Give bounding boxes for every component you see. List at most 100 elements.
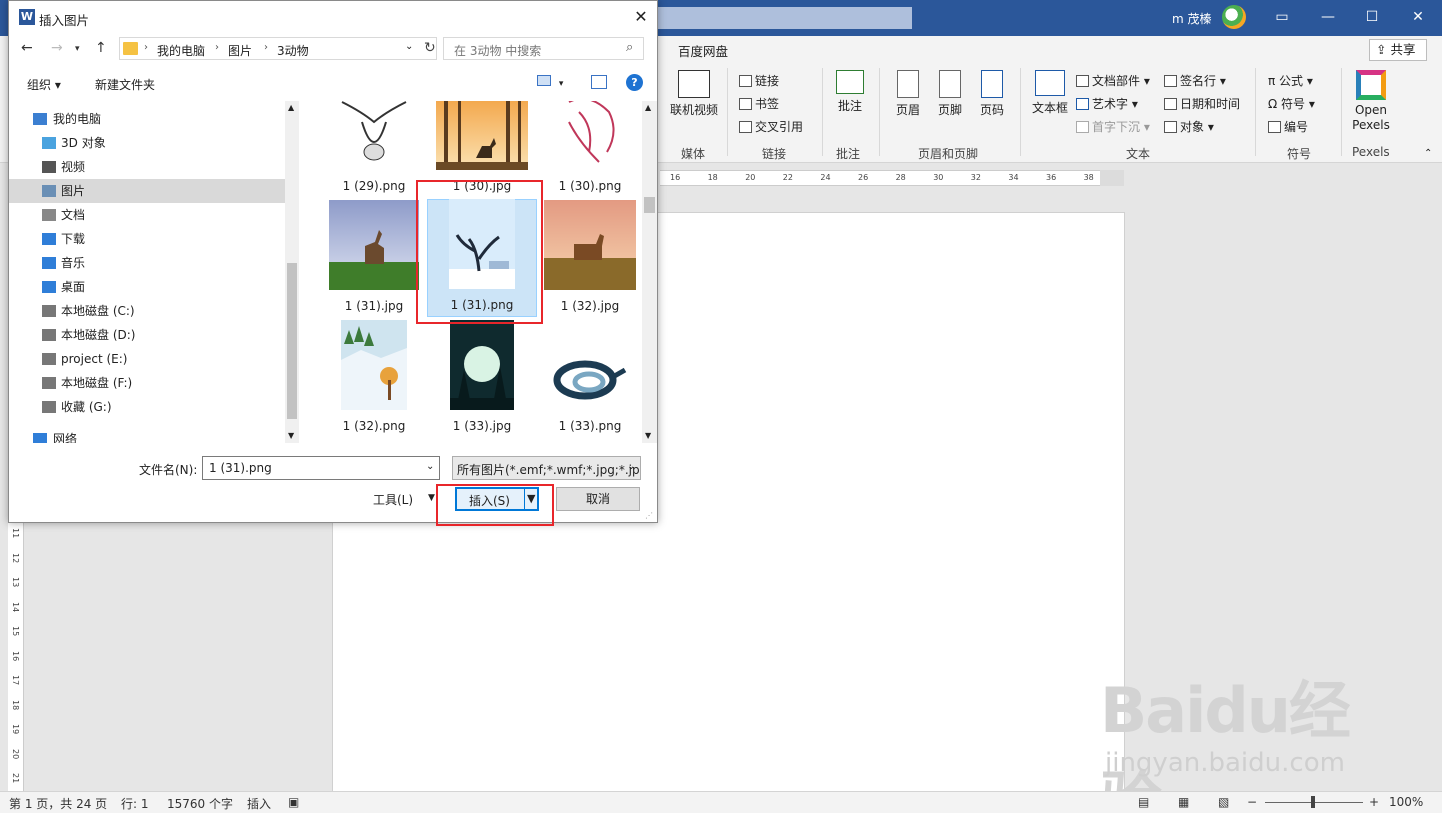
textbox-button[interactable]: 文本框 — [1030, 70, 1070, 116]
user-avatar[interactable] — [1222, 5, 1246, 29]
file-tile[interactable]: 1 (31).jpg — [319, 199, 429, 317]
file-tile[interactable]: 1 (33).jpg — [427, 319, 537, 437]
breadcrumb-folder[interactable]: 3动物 — [277, 42, 309, 59]
online-video-button[interactable]: 联机视频 — [668, 70, 720, 118]
chevron-down-icon[interactable]: ⌄ — [405, 41, 413, 52]
zoom-out-icon[interactable]: − — [1247, 795, 1257, 809]
scroll-up-icon[interactable]: ▲ — [288, 103, 294, 112]
forward-arrow-icon[interactable]: → — [51, 40, 63, 56]
help-icon[interactable]: ? — [626, 74, 643, 91]
number-button[interactable]: 编号 — [1268, 118, 1308, 135]
nav-item[interactable]: 本地磁盘 (D:) — [9, 323, 285, 347]
resize-grip-icon[interactable]: ⋰ — [645, 511, 653, 520]
group-symbols-label: 符号 — [1287, 147, 1312, 161]
omega-icon: Ω — [1268, 97, 1281, 111]
nav-item[interactable]: 文档 — [9, 203, 285, 227]
file-tile[interactable]: 1 (33).png — [535, 319, 645, 437]
new-folder-button[interactable]: 新建文件夹 — [95, 76, 155, 93]
link-button[interactable]: 链接 — [739, 72, 779, 89]
web-layout-icon[interactable]: ▧ — [1218, 795, 1229, 809]
nav-item[interactable]: 本地磁盘 (F:) — [9, 371, 285, 395]
chevron-right-icon[interactable]: › — [144, 42, 148, 53]
nav-item[interactable]: 音乐 — [9, 251, 285, 275]
symbol-button[interactable]: Ω 符号 ▾ — [1268, 95, 1315, 112]
refresh-icon[interactable]: ↻ — [424, 40, 436, 56]
comment-button[interactable]: 批注 — [834, 70, 866, 114]
filename-input[interactable]: 1 (31).png — [202, 456, 440, 480]
up-arrow-icon[interactable]: ↑ — [95, 40, 107, 56]
nav-item[interactable]: 网络 — [9, 427, 285, 443]
file-scrollbar[interactable]: ▲ ▼ — [642, 101, 657, 443]
change-view-button[interactable]: ▾ — [537, 75, 567, 91]
nav-item[interactable]: 3D 对象 — [9, 131, 285, 155]
status-mode[interactable]: 插入 — [247, 795, 271, 812]
file-tile[interactable]: 1 (32).jpg — [535, 199, 645, 317]
header-button[interactable]: 页眉 — [893, 70, 923, 118]
nav-item[interactable]: 我的电脑 — [9, 107, 285, 131]
breadcrumb-pictures[interactable]: 图片 — [228, 42, 252, 59]
user-name[interactable]: m 茂榛 — [1172, 10, 1212, 27]
cancel-button[interactable]: 取消 — [556, 487, 640, 511]
nav-item[interactable]: 收藏 (G:) — [9, 395, 285, 419]
ribbon-display-icon[interactable]: ▭ — [1270, 6, 1294, 28]
footer-button[interactable]: 页脚 — [935, 70, 965, 118]
chevron-down-icon[interactable]: ⌄ — [627, 461, 635, 472]
status-word-count[interactable]: 15760 个字 — [167, 795, 233, 812]
maximize-icon[interactable]: ☐ — [1360, 6, 1384, 28]
wordart-button[interactable]: 艺术字 ▾ — [1076, 95, 1138, 112]
cross-reference-button[interactable]: 交叉引用 — [739, 118, 803, 135]
minimize-icon[interactable]: — — [1316, 6, 1340, 28]
bookmark-button[interactable]: 书签 — [739, 95, 779, 112]
nav-scrollbar[interactable]: ▲ ▼ — [285, 101, 299, 443]
scroll-down-icon[interactable]: ▼ — [288, 431, 294, 440]
tab-baidu-netdisk[interactable]: 百度网盘 — [678, 41, 728, 60]
file-tile[interactable]: 1 (30).png — [535, 101, 645, 197]
open-pexels-button[interactable]: Open Pexels — [1349, 70, 1393, 133]
object-button[interactable]: 对象 ▾ — [1164, 118, 1214, 135]
close-icon[interactable]: ✕ — [1406, 6, 1430, 28]
nav-item[interactable]: 下载 — [9, 227, 285, 251]
preview-pane-button[interactable] — [591, 75, 607, 89]
nav-item[interactable]: 桌面 — [9, 275, 285, 299]
collapse-ribbon-icon[interactable]: ⌃ — [1424, 148, 1432, 159]
file-tile[interactable]: 1 (29).png — [319, 101, 429, 197]
video-icon — [42, 161, 56, 173]
page-number-button[interactable]: 页码 — [977, 70, 1007, 118]
chevron-right-icon[interactable]: › — [264, 42, 268, 53]
scroll-up-icon[interactable]: ▲ — [645, 103, 651, 112]
filetype-select[interactable]: 所有图片(*.emf;*.wmf;*.jpg;*.jp — [452, 456, 641, 480]
macro-record-icon[interactable]: ▣ — [288, 795, 299, 809]
nav-item[interactable]: 本地磁盘 (C:) — [9, 299, 285, 323]
title-search-box[interactable] — [640, 7, 912, 29]
signature-line-button[interactable]: 签名行 ▾ — [1164, 72, 1226, 89]
zoom-slider-thumb[interactable] — [1311, 796, 1315, 808]
address-bar[interactable]: › 我的电脑 › 图片 › 3动物 ⌄ ↻ — [119, 37, 437, 60]
quick-parts-button[interactable]: 文档部件 ▾ — [1076, 72, 1150, 89]
chevron-down-icon[interactable]: ⌄ — [426, 461, 434, 472]
dialog-close-icon[interactable]: ✕ — [631, 7, 651, 27]
chevron-right-icon[interactable]: › — [215, 42, 219, 53]
breadcrumb-computer[interactable]: 我的电脑 — [157, 42, 205, 59]
nav-scroll-thumb[interactable] — [287, 263, 297, 419]
file-tile[interactable]: 1 (32).png — [319, 319, 429, 437]
back-arrow-icon[interactable]: ← — [21, 40, 33, 56]
tools-button[interactable]: 工具(L) — [373, 491, 413, 508]
equation-button[interactable]: π 公式 ▾ — [1268, 72, 1313, 89]
zoom-level[interactable]: 100% — [1389, 795, 1423, 809]
scroll-down-icon[interactable]: ▼ — [645, 431, 651, 440]
search-input[interactable]: 在 3动物 中搜索 ⌕ — [443, 37, 644, 60]
status-page[interactable]: 第 1 页，共 24 页 — [9, 795, 107, 812]
nav-item[interactable]: 视频 — [9, 155, 285, 179]
nav-item[interactable]: 图片 — [9, 179, 285, 203]
dropcap-button[interactable]: 首字下沉 ▾ — [1076, 118, 1150, 135]
file-scroll-thumb[interactable] — [644, 197, 655, 213]
organize-button[interactable]: 组织 ▾ — [27, 76, 61, 93]
recent-dropdown-icon[interactable]: ▾ — [75, 44, 80, 54]
tools-dropdown-icon[interactable]: ▼ — [428, 493, 435, 503]
share-button[interactable]: ⇪ 共享 — [1369, 39, 1427, 61]
zoom-in-icon[interactable]: + — [1369, 795, 1379, 809]
print-layout-icon[interactable]: ▦ — [1178, 795, 1189, 809]
date-time-button[interactable]: 日期和时间 — [1164, 95, 1240, 112]
read-mode-icon[interactable]: ▤ — [1138, 795, 1149, 809]
nav-item[interactable]: project (E:) — [9, 347, 285, 371]
